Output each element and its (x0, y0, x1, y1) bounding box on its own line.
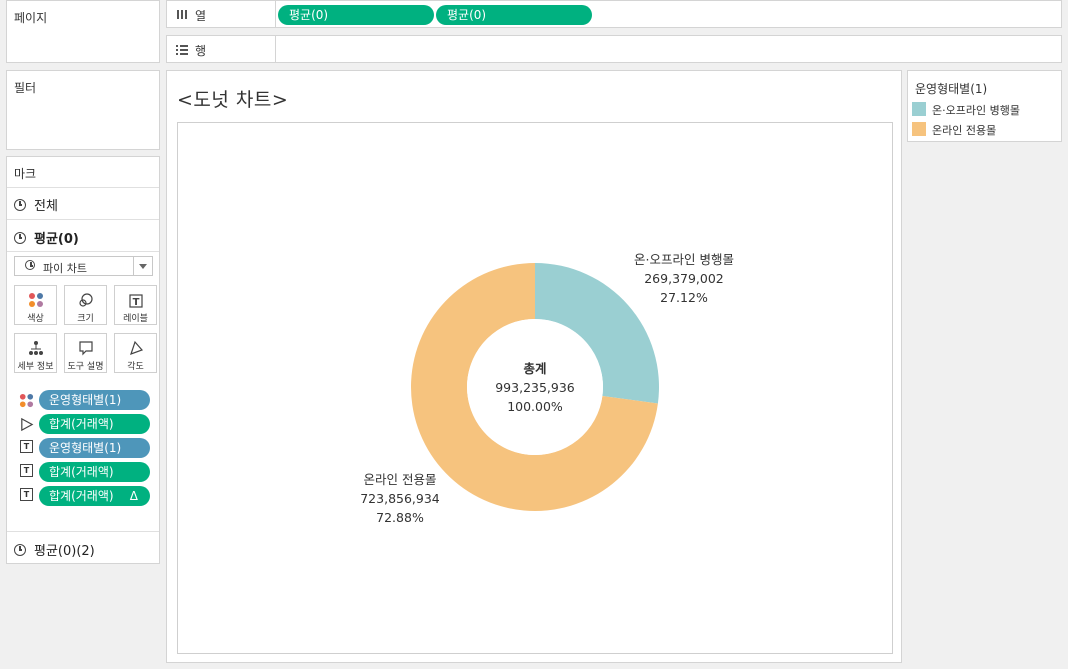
columns-icon (175, 7, 189, 21)
mark-pill[interactable]: 운영형태별(1) (39, 390, 150, 410)
legend-item-label: 온라인 전용몰 (932, 124, 997, 137)
angle-button[interactable]: 각도 (114, 333, 157, 373)
filters-label: 필터 (14, 81, 37, 95)
mark-type-dropdown[interactable]: 파이 차트 (14, 256, 153, 276)
marks-avg-label: 평균(0) (34, 232, 79, 247)
columns-pill-1[interactable]: 평균(0) (278, 5, 434, 25)
tooltip-icon (78, 341, 93, 356)
text-label-icon: T (20, 464, 33, 477)
size-button[interactable]: 크기 (64, 285, 107, 325)
mark-pill-row-label: T 운영형태별(1) (19, 438, 157, 458)
columns-shelf-header: 열 (167, 1, 276, 27)
text-label-icon: T (20, 488, 33, 501)
svg-text:T: T (132, 297, 139, 308)
legend-title[interactable]: 운영형태별(1) (915, 80, 987, 97)
slice-label-name: 온·오프라인 병행몰 (634, 252, 734, 267)
color-dots-icon (28, 293, 43, 307)
label-button-label: 레이블 (123, 314, 148, 324)
legend-swatch (912, 102, 926, 116)
color-legend: 운영형태별(1) 온·오프라인 병행몰 온라인 전용몰 (907, 70, 1062, 142)
mark-type-value: 파이 차트 (43, 262, 87, 275)
legend-item-label: 온·오프라인 병행몰 (932, 104, 1020, 117)
marks-label: 마크 (14, 167, 37, 181)
angle-icon (129, 340, 143, 355)
center-label: 총계 (523, 361, 546, 376)
marks-card: 마크 전체 평균(0) 파이 차트 색상 크기 T 레이블 세부 정보 도구 설… (6, 156, 160, 564)
marks-avg-tab[interactable]: 평균(0) (14, 228, 79, 247)
table-calc-delta-icon: Δ (129, 489, 138, 503)
pie-mark-icon (14, 199, 26, 211)
angle-icon (21, 417, 34, 432)
mark-pill-row-color: 운영형태별(1) (19, 390, 157, 410)
mark-pill-label: 합계(거래액) (49, 489, 114, 503)
color-button[interactable]: 색상 (14, 285, 57, 325)
marks-avg2-label: 평균(0)(2) (34, 544, 95, 559)
slice-label-name: 온라인 전용몰 (364, 472, 437, 487)
filters-card[interactable]: 필터 (6, 70, 160, 150)
text-label-icon: T (20, 440, 33, 453)
label-button[interactable]: T 레이블 (114, 285, 157, 325)
mark-pill-row-label: T 합계(거래액) Δ (19, 486, 157, 506)
view-title: <도넛 차트> (177, 89, 289, 111)
legend-swatch (912, 122, 926, 136)
mark-pill-row-angle: 합계(거래액) (19, 414, 157, 434)
marks-avg2-tab[interactable]: 평균(0)(2) (14, 540, 95, 559)
columns-pill-2[interactable]: 평균(0) (436, 5, 592, 25)
mark-pill[interactable]: 합계(거래액) (39, 414, 150, 434)
text-label-icon: T (128, 294, 143, 308)
slice-label-value: 269,379,002 (644, 271, 724, 286)
mark-pill[interactable]: 운영형태별(1) (39, 438, 150, 458)
chevron-down-icon[interactable] (133, 257, 152, 275)
detail-button-label: 세부 정보 (17, 362, 54, 372)
mark-pill[interactable]: 합계(거래액) Δ (39, 486, 150, 506)
size-button-label: 크기 (77, 314, 94, 324)
rows-shelf[interactable]: 행 (166, 35, 1062, 63)
columns-shelf-label: 열 (195, 9, 207, 23)
size-icon (78, 293, 93, 307)
color-dots-icon (19, 393, 34, 408)
slice-label-value: 723,856,934 (360, 491, 440, 506)
mark-pill-row-label: T 합계(거래액) (19, 462, 157, 482)
pie-mark-icon (14, 232, 26, 244)
chart-pane: 총계 993,235,936 100.00% 온·오프라인 병행몰 269,379,00… (177, 122, 893, 654)
detail-button[interactable]: 세부 정보 (14, 333, 57, 373)
marks-all-label: 전체 (34, 199, 58, 214)
view-area: <도넛 차트> 총계 993,235,936 100.00% 온·오프라인 병행몰 26… (166, 70, 902, 663)
columns-shelf[interactable]: 열 평균(0) 평균(0) (166, 0, 1062, 28)
pages-card[interactable]: 페이지 (6, 0, 160, 63)
pie-mark-icon (14, 544, 26, 556)
mark-pill[interactable]: 합계(거래액) (39, 462, 150, 482)
pages-label: 페이지 (14, 11, 48, 25)
slice-label-percent: 72.88% (376, 510, 424, 525)
pie-mark-icon (25, 260, 35, 270)
rows-shelf-header: 행 (167, 36, 276, 62)
color-button-label: 색상 (27, 314, 44, 324)
donut-chart: 총계 993,235,936 100.00% 온·오프라인 병행몰 269,379,00… (360, 252, 734, 525)
center-percent: 100.00% (507, 399, 563, 414)
center-value: 993,235,936 (495, 380, 575, 395)
slice-label-percent: 27.12% (660, 290, 708, 305)
marks-all-tab[interactable]: 전체 (14, 195, 58, 214)
rows-icon (175, 42, 189, 56)
rows-shelf-label: 행 (195, 44, 207, 58)
tooltip-button[interactable]: 도구 설명 (64, 333, 107, 373)
detail-hierarchy-icon (28, 341, 43, 355)
tooltip-button-label: 도구 설명 (67, 362, 104, 372)
angle-button-label: 각도 (127, 362, 144, 372)
